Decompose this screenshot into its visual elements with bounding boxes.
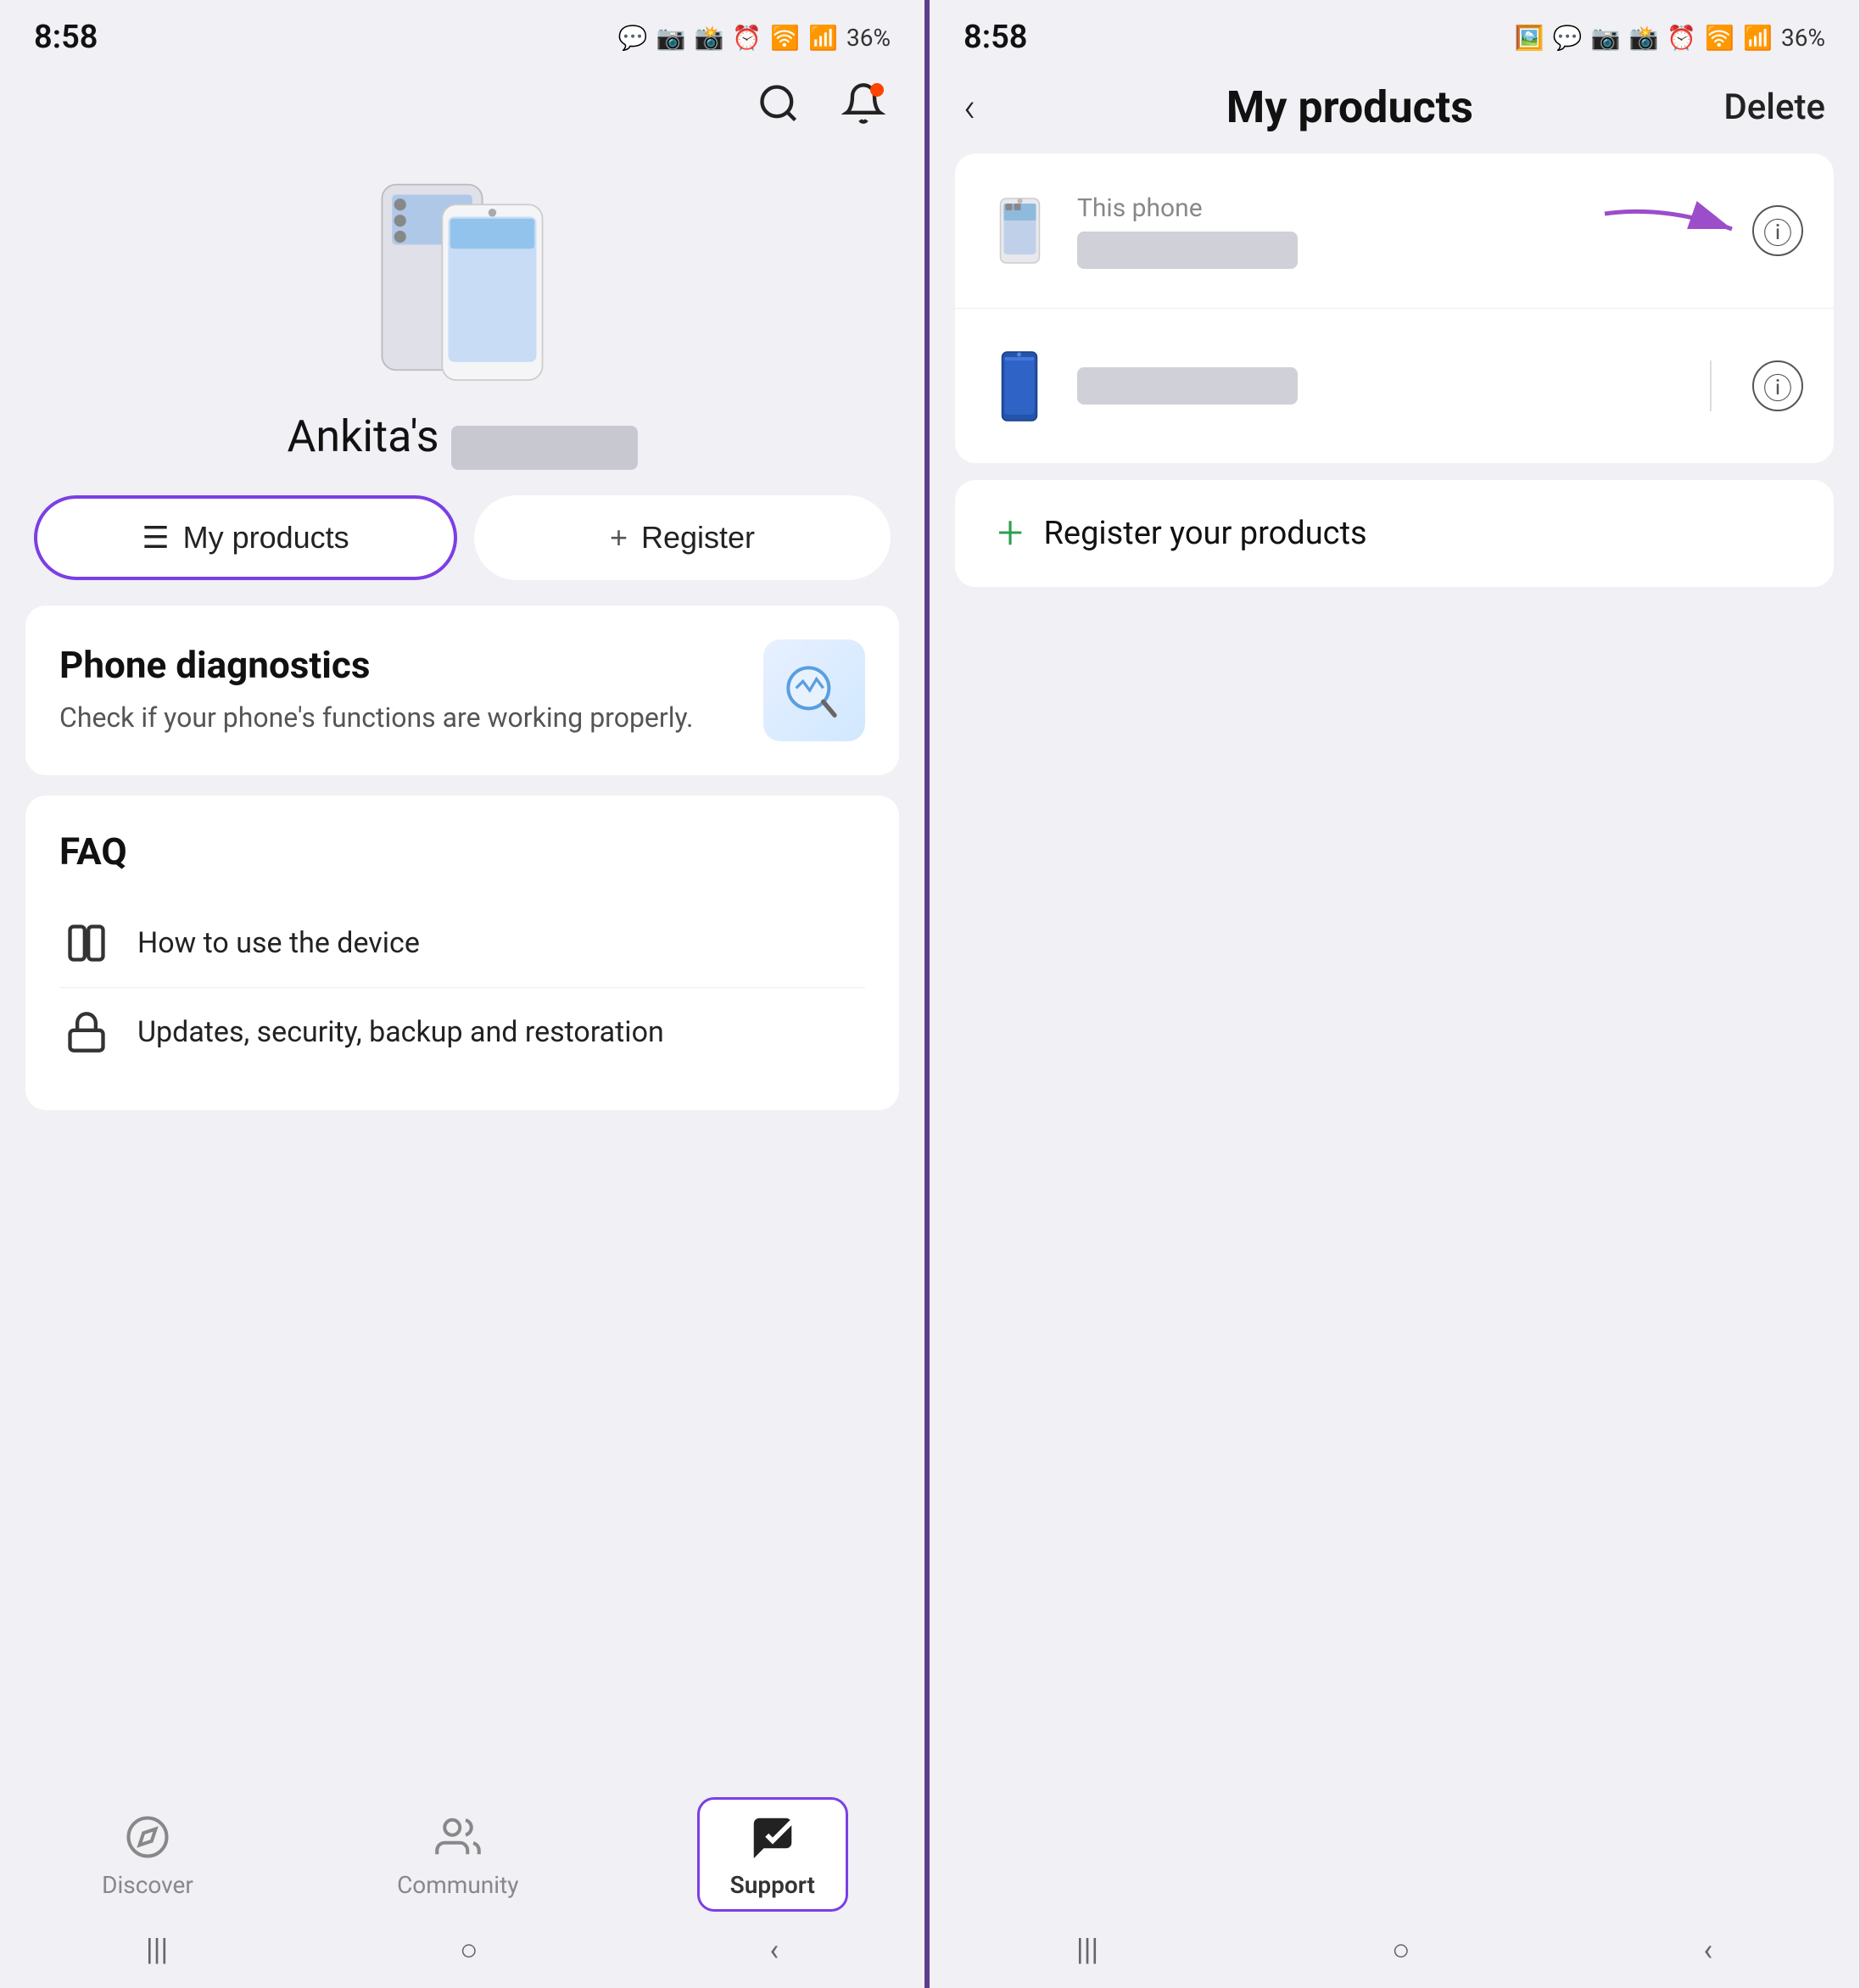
left-time: 8:58 [34,19,98,56]
battery-text: 36% [846,24,891,52]
recent-apps-btn[interactable]: ||| [146,1932,168,1968]
action-buttons: ☰ My products + Register [0,495,924,606]
product-item-1[interactable]: ⓘ [955,308,1834,463]
galaxy-phone-image [344,165,581,385]
discover-label: Discover [102,1871,193,1899]
username-area: Ankita's [0,402,924,495]
product-list: This phone ⓘ [955,154,1834,463]
bottom-nav-items: Discover Community Support [0,1784,924,1920]
faq-card: FAQ How to use the device Updates, secur… [25,796,899,1110]
right-bottom-nav: ||| ○ ‹ [930,1920,1859,1988]
camera-icon-r: 📸 [1629,24,1659,52]
device-icon [59,916,114,970]
left-header [0,68,924,139]
community-icon [431,1810,485,1864]
register-button[interactable]: + Register [474,495,891,580]
left-system-nav: ||| ○ ‹ [0,1920,924,1988]
right-time: 8:58 [964,19,1027,56]
left-status-icons: 💬 📷 📸 ⏰ 🛜 📶 36% [618,24,891,52]
recent-apps-btn-r[interactable]: ||| [1076,1932,1098,1968]
right-page-header: ‹ My products Delete [930,68,1859,154]
username-blur [451,426,638,470]
battery-text-r: 36% [1781,24,1825,52]
home-btn[interactable]: ○ [460,1932,478,1968]
diagnostics-title: Phone diagnostics [59,643,693,687]
wifi-icon-r: 🛜 [1705,24,1734,52]
product-phone-image-0 [986,184,1053,277]
signal-icon-r: 📶 [1743,24,1773,52]
my-products-button[interactable]: ☰ My products [34,495,457,580]
faq-item-1[interactable]: Updates, security, backup and restoratio… [59,988,865,1076]
diagnostics-icon [763,639,865,741]
register-label: Register [641,520,755,556]
bottom-nav: Discover Community Support ||| ○ [0,1784,924,1988]
security-icon [59,1005,114,1059]
my-products-label: My products [183,520,349,556]
whatsapp-icon-r: 💬 [1553,24,1583,52]
info-button-1[interactable]: ⓘ [1752,360,1803,411]
support-icon [746,1810,800,1864]
notification-dot [870,83,884,97]
faq-item-0-text: How to use the device [137,924,420,962]
list-icon: ☰ [142,520,169,556]
delete-button[interactable]: Delete [1723,87,1825,128]
back-chevron-icon: ‹ [964,83,975,131]
product-info-1 [1077,367,1686,405]
search-button[interactable] [751,76,806,131]
diagnostics-subtitle: Check if your phone's functions are work… [59,699,693,737]
product-name-blur-1 [1077,367,1298,405]
register-products-row[interactable]: + Register your products [955,480,1834,587]
username-text: Ankita's [287,410,438,462]
back-button[interactable]: ‹ [964,83,975,131]
home-btn-r[interactable]: ○ [1392,1932,1410,1968]
instagram-icon: 📷 [656,24,686,52]
vertical-divider [1710,360,1712,411]
discover-icon [120,1810,175,1864]
plus-icon: + [610,520,628,556]
back-btn-sys-r[interactable]: ‹ [1703,1932,1712,1968]
faq-item-0[interactable]: How to use the device [59,899,865,987]
faq-item-1-text: Updates, security, backup and restoratio… [137,1014,664,1051]
support-label: Support [730,1871,815,1899]
phone-image-area [0,139,924,402]
register-plus-icon: + [997,511,1024,556]
magnifier-chart-icon [780,656,848,724]
nav-community[interactable]: Community [371,1801,544,1907]
signal-icon: 📶 [808,24,838,52]
alarm-icon: ⏰ [732,24,762,52]
community-label: Community [397,1871,518,1899]
diagnostics-content: Phone diagnostics Check if your phone's … [59,639,865,741]
faq-title: FAQ [59,829,865,874]
phones-container: 8:58 💬 📷 📸 ⏰ 🛜 📶 36% [0,0,1860,1988]
product-phone-image-1 [986,339,1053,433]
product-item-0[interactable]: This phone ⓘ [955,154,1834,308]
phone-image [335,156,589,394]
notification-button[interactable] [836,76,891,131]
left-status-bar: 8:58 💬 📷 📸 ⏰ 🛜 📶 36% [0,0,924,68]
nav-support[interactable]: Support [697,1797,848,1912]
alarm-icon-r: ⏰ [1667,24,1696,52]
back-btn-sys[interactable]: ‹ [769,1932,779,1968]
left-phone: 8:58 💬 📷 📸 ⏰ 🛜 📶 36% [0,0,930,1988]
right-phone: 8:58 🖼️ 💬 📷 📸 ⏰ 🛜 📶 36% ‹ My products De… [930,0,1859,1988]
purple-arrow-annotation [1596,197,1766,265]
phone-diagnostics-card: Phone diagnostics Check if your phone's … [25,606,899,775]
diagnostics-text-area: Phone diagnostics Check if your phone's … [59,643,693,737]
page-title: My products [1226,81,1473,133]
right-system-nav: ||| ○ ‹ [930,1920,1859,1988]
right-status-icons: 🖼️ 💬 📷 📸 ⏰ 🛜 📶 36% [1515,24,1825,52]
camera-icon: 📸 [695,24,724,52]
nav-discover[interactable]: Discover [76,1801,219,1907]
register-products-label: Register your products [1044,515,1367,552]
product-name-blur-0 [1077,232,1298,269]
right-status-bar: 8:58 🖼️ 💬 📷 📸 ⏰ 🛜 📶 36% [930,0,1859,68]
galaxy-a-image [998,350,1041,422]
wifi-icon: 🛜 [770,24,800,52]
instagram-icon-r: 📷 [1591,24,1621,52]
galaxy-s21-image [997,197,1043,265]
gallery-icon: 🖼️ [1515,24,1544,52]
whatsapp-icon: 💬 [618,24,648,52]
